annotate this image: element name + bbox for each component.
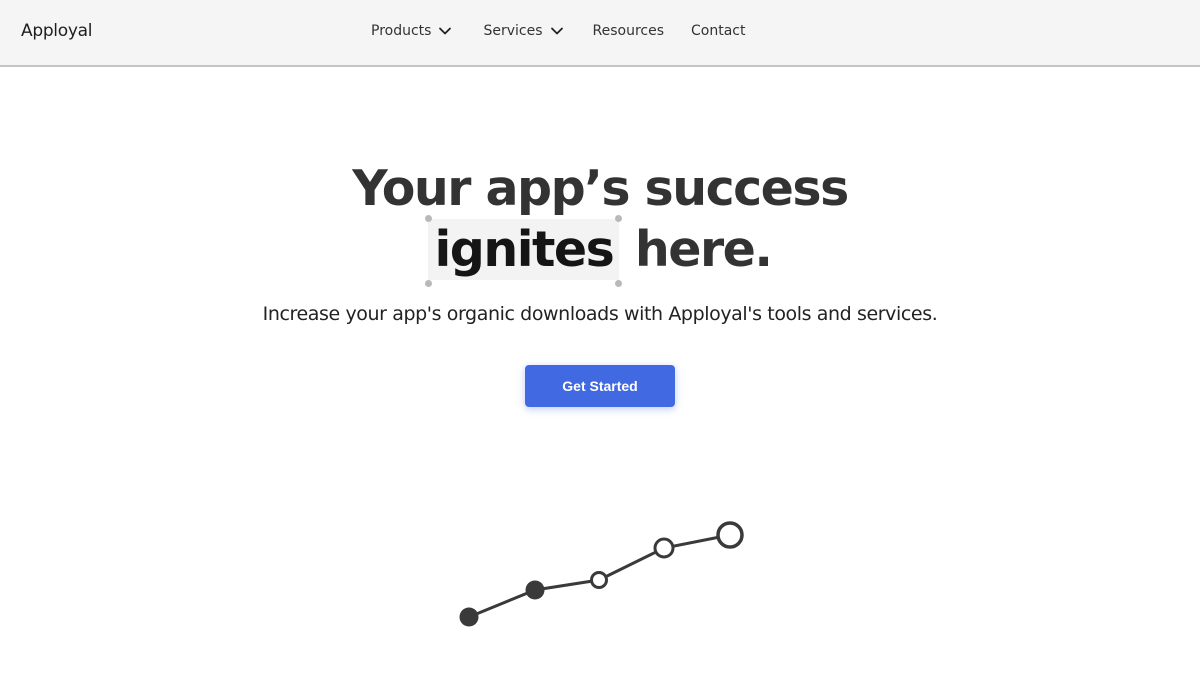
growth-line-icon <box>459 521 744 627</box>
growth-point-5 <box>716 521 744 549</box>
growth-point-3 <box>590 571 608 589</box>
growth-point-1 <box>459 607 479 627</box>
growth-point-2 <box>525 580 545 600</box>
growth-point-4 <box>653 537 675 559</box>
